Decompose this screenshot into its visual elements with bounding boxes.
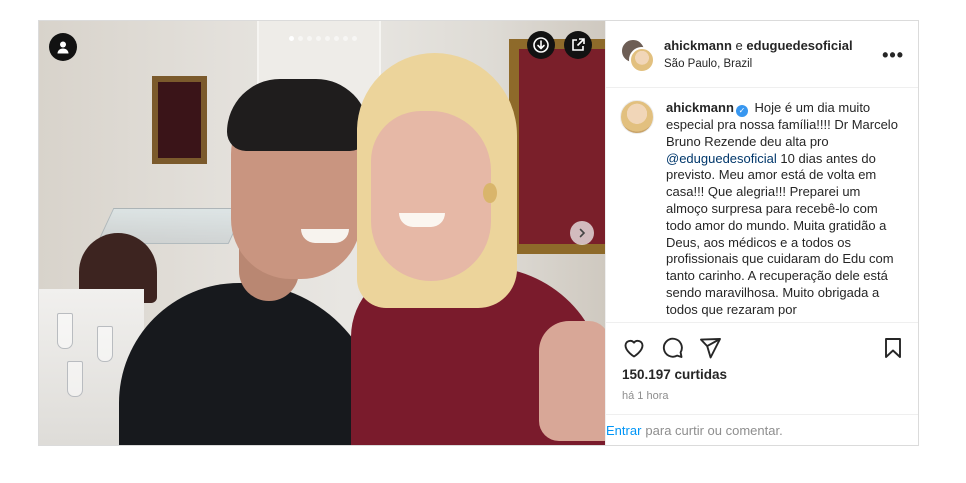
instagram-post: ahickmann e eduguedesoficial São Paulo, … [38, 20, 919, 446]
login-link[interactable]: Entrar [606, 423, 641, 438]
post-timestamp[interactable]: há 1 hora [606, 390, 918, 414]
chevron-right-icon [579, 228, 586, 238]
post-media[interactable] [39, 21, 605, 445]
action-bar [606, 323, 918, 373]
avatar-user1 [629, 47, 655, 73]
external-link-icon [572, 38, 585, 51]
likes-count[interactable]: 150.197 curtidas [606, 367, 918, 382]
carousel-next-button[interactable] [570, 221, 594, 245]
carousel-dot [352, 36, 357, 41]
mention-link[interactable]: @eduguedesoficial [666, 151, 777, 166]
photo-glass [97, 326, 113, 362]
bookmark-icon[interactable] [882, 337, 904, 359]
comment-icon[interactable] [660, 336, 684, 360]
post-header: ahickmann e eduguedesoficial São Paulo, … [606, 21, 918, 88]
photo-glass [67, 361, 83, 397]
carousel-dot [343, 36, 348, 41]
carousel-dot [298, 36, 303, 41]
caption: ahickmann ✓ Hoje é um dia muito especial … [606, 88, 918, 323]
comment-prompt: Entrar para curtir ou comentar. [606, 414, 918, 445]
photo-woman-face [371, 111, 491, 281]
photo-earring [483, 183, 497, 203]
send-icon[interactable] [698, 336, 722, 360]
header-text: ahickmann e eduguedesoficial São Paulo, … [664, 38, 853, 70]
username-link[interactable]: ahickmann [664, 38, 732, 53]
comment-prompt-text: para curtir ou comentar. [645, 422, 783, 438]
caption-text: ahickmann ✓ Hoje é um dia muito especial … [666, 100, 904, 322]
user-tag-button[interactable] [49, 33, 77, 61]
post-side-panel: ahickmann e eduguedesoficial São Paulo, … [605, 21, 918, 445]
photo-woman-arm [539, 321, 605, 441]
carousel-dot [316, 36, 321, 41]
heart-icon[interactable] [622, 336, 646, 360]
user-icon [57, 41, 69, 54]
download-button[interactable] [527, 31, 555, 59]
photo-frame-left [152, 76, 207, 164]
avatar[interactable] [620, 38, 655, 73]
username-separator: e [735, 38, 743, 53]
username-link[interactable]: eduguedesoficial [746, 38, 852, 53]
caption-username[interactable]: ahickmann [666, 100, 734, 115]
open-external-button[interactable] [564, 31, 592, 59]
header-usernames: ahickmann e eduguedesoficial [664, 38, 853, 53]
carousel-indicator [289, 36, 357, 41]
more-options-button[interactable]: ••• [882, 45, 904, 66]
photo-woman-smile [399, 213, 445, 227]
carousel-dot [334, 36, 339, 41]
carousel-dot [307, 36, 312, 41]
photo-glass [57, 313, 73, 349]
caption-body: 10 dias antes do previsto. Meu amor está… [666, 150, 894, 317]
photo-man-hair [227, 79, 369, 151]
carousel-dot [325, 36, 330, 41]
carousel-dot [289, 36, 294, 41]
avatar[interactable] [620, 100, 654, 134]
check-icon: ✓ [735, 105, 748, 117]
download-icon [533, 37, 549, 53]
photo-man-smile [301, 229, 349, 243]
location-link[interactable]: São Paulo, Brazil [664, 58, 853, 70]
photo-frame-right [509, 39, 605, 254]
